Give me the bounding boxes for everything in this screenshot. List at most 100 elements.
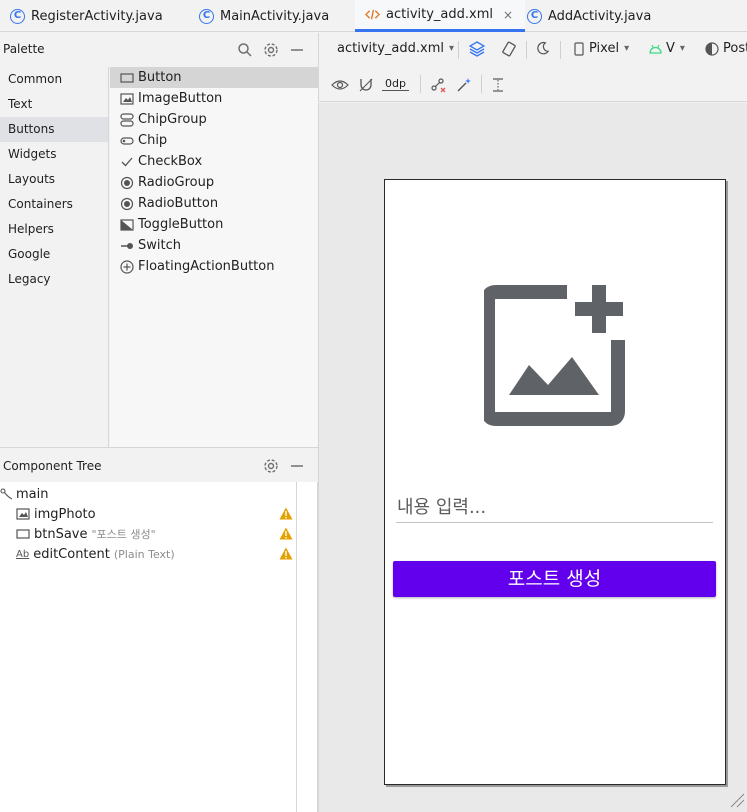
xml-icon [365,9,380,20]
item-label: Button [138,70,182,85]
toolbar-separator [560,41,561,59]
tree-node-imgphoto[interactable]: imgPhoto [16,504,96,524]
image-view-icon [16,508,30,520]
component-tree-header: Component Tree [0,447,318,482]
tab-register-activity[interactable]: C RegisterActivity.java [10,0,163,32]
toolbar-separator [481,75,482,93]
tab-label: AddActivity.java [548,8,652,24]
tab-label: MainActivity.java [220,8,330,24]
palette-item-chip[interactable]: Chip [110,130,318,151]
layers-icon[interactable] [469,41,485,57]
create-post-button[interactable]: 포스트 생성 [393,561,716,597]
magnet-icon[interactable] [358,77,374,93]
file-selector[interactable]: activity_add.xml ▾ [337,41,454,56]
palette-item-imagebutton[interactable]: ImageButton [110,88,318,109]
tree-node-label: editContent [33,546,110,562]
toggle-button-icon [120,218,134,231]
layout-toolbar: 0dp [318,67,747,102]
palette-title: Palette [3,42,45,56]
radio-button-icon [120,197,134,210]
category-common[interactable]: Common [0,67,108,92]
clear-constraints-icon[interactable] [430,77,446,93]
radio-group-icon [120,176,134,189]
item-label: FloatingActionButton [138,259,275,274]
tab-add-activity[interactable]: C AddActivity.java [527,0,651,32]
category-text[interactable]: Text [0,92,108,117]
night-mode-icon[interactable] [535,41,550,56]
chevron-down-icon: ▾ [449,43,455,54]
button-icon [120,72,134,83]
device-preview[interactable] [384,179,726,785]
tab-label: activity_add.xml [386,7,493,22]
category-layouts[interactable]: Layouts [0,167,108,192]
theme-selector[interactable]: Post [705,41,747,56]
class-icon: C [199,8,214,24]
chevron-down-icon: ▾ [624,43,630,54]
eye-icon[interactable] [331,77,349,93]
minimize-icon[interactable] [289,458,305,474]
class-icon: C [527,8,542,24]
tree-node-label: main [16,486,49,502]
add-circle-icon [120,259,134,274]
item-label: ToggleButton [138,217,224,232]
tree-node-label: btnSave [34,526,88,542]
device-label: Pixel [589,41,620,56]
gear-icon[interactable] [263,458,279,474]
item-label: RadioButton [138,196,219,211]
resize-handle-icon[interactable] [729,792,745,808]
item-label: Chip [138,133,168,148]
category-helpers[interactable]: Helpers [0,217,108,242]
add-photo-icon[interactable] [484,285,626,427]
minimize-icon[interactable] [289,42,305,58]
palette-item-checkbox[interactable]: CheckBox [110,151,318,172]
palette-item-togglebutton[interactable]: ToggleButton [110,214,318,235]
design-toolbar: activity_add.xml ▾ Pixel ▾ V ▾ Post [318,33,747,67]
chevron-down-icon: ▾ [679,43,685,54]
category-buttons[interactable]: Buttons [0,117,108,142]
palette-item-switch[interactable]: Switch [110,235,318,256]
palette-item-chipgroup[interactable]: ChipGroup [110,109,318,130]
device-selector[interactable]: Pixel ▾ [574,41,629,56]
default-margin-field[interactable]: 0dp [382,77,409,91]
toolbar-separator [526,41,527,59]
tree-node-main[interactable]: main [0,484,48,504]
phone-icon [574,41,584,56]
close-icon[interactable]: × [503,8,513,22]
editor-tab-bar: C RegisterActivity.java C MainActivity.j… [0,0,747,32]
edit-text-icon: Ab [16,548,30,560]
gear-icon[interactable] [263,42,279,58]
warning-icon[interactable] [279,527,293,540]
tree-node-btnsave[interactable]: btnSave "포스트 생성" [16,524,156,544]
chip-group-icon [120,112,134,127]
palette-item-radiobutton[interactable]: RadioButton [110,193,318,214]
category-containers[interactable]: Containers [0,192,108,217]
tree-node-editcontent[interactable]: Ab editContent (Plain Text) [16,544,175,564]
magic-wand-icon[interactable] [456,77,472,93]
search-icon[interactable] [237,42,253,58]
api-label: V [666,41,675,56]
item-label: Switch [138,238,181,253]
toolbar-separator [458,41,459,59]
category-legacy[interactable]: Legacy [0,267,108,292]
palette-item-radiogroup[interactable]: RadioGroup [110,172,318,193]
category-widgets[interactable]: Widgets [0,142,108,167]
item-label: ImageButton [138,91,223,106]
orientation-icon[interactable] [501,41,517,57]
category-google[interactable]: Google [0,242,108,267]
tree-scroll-area[interactable] [297,482,318,812]
tab-main-activity[interactable]: C MainActivity.java [199,0,329,32]
api-selector[interactable]: V ▾ [649,41,685,56]
warning-icon[interactable] [279,547,293,560]
tab-label: RegisterActivity.java [31,8,163,24]
tab-activity-add-xml[interactable]: activity_add.xml × [355,0,526,32]
guidelines-icon[interactable] [490,77,506,93]
palette-header: Palette [0,33,318,67]
palette-item-fab[interactable]: FloatingActionButton [110,256,318,277]
content-edit-text[interactable]: 내용 입력... [396,492,713,523]
item-label: CheckBox [138,154,203,169]
palette-categories: Common Text Buttons Widgets Layouts Cont… [0,67,109,447]
warning-icon[interactable] [279,507,293,520]
palette-item-button[interactable]: Button [110,67,318,88]
toolbar-separator [420,75,421,93]
file-selector-label: activity_add.xml [337,41,444,56]
